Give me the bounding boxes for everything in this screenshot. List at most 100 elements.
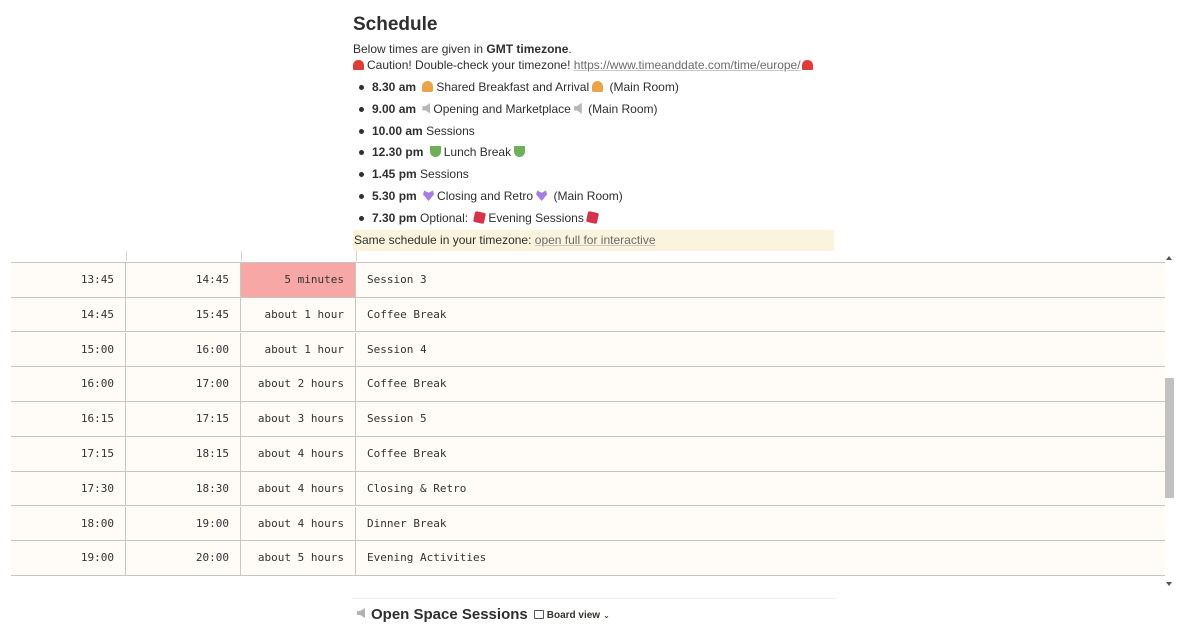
dice-icon [473,210,487,224]
schedule-time: 12.30 pm [372,145,424,160]
time-until-cell: 5 minutes [241,263,356,297]
schedule-text: Shared Breakfast and Arrival [436,80,590,94]
speaker-icon [357,608,365,618]
schedule-embed: 13:45 14:45 5 minutes Session 3 14:45 15:45 ab… [11,251,1174,591]
schedule-item: 1.45 pm Sessions [353,165,679,187]
end-time-cell: 16:00 [126,332,241,367]
start-time-cell: 16:15 [11,402,126,436]
purple-heart-icon [423,190,435,201]
salad-icon [429,146,441,158]
table-row: 14:45 15:45 about 1 hour Coffee Break [11,297,1165,333]
timezone-name: GMT timezone [486,42,569,56]
schedule-text: Opening and Marketplace [433,101,571,116]
speaker-icon [573,102,582,114]
timezone-table: 13:45 14:45 5 minutes Session 3 14:45 15:45 ab… [11,262,1165,577]
schedule-location: (Main Room) [609,80,679,94]
session-name-cell: Closing & Retro [367,481,467,495]
salad-icon [514,146,526,158]
start-time-cell: 19:00 [11,541,126,577]
time-until-cell: about 1 hour [241,297,356,332]
session-name-cell: Session 5 [367,412,427,426]
schedule-item: 7.30 pm Optional: Evening Sessions [353,209,679,231]
schedule-item: 10.00 am Sessions [353,122,679,144]
start-time-cell: 16:00 [11,367,126,402]
table-row: 18:00 19:00 about 4 hours Dinner Break [11,506,1165,542]
siren-icon [801,60,813,70]
schedule-text: Sessions [426,123,475,138]
end-time-cell: 19:00 [126,506,241,541]
scroll-up-arrow-icon[interactable] [1166,256,1172,260]
table-row: 19:00 20:00 about 5 hours Evening Activitie… [11,541,1165,577]
purple-heart-icon [536,190,548,201]
timezone-intro: Below times are given in GMT timezone. [353,42,572,56]
scroll-down-arrow-icon[interactable] [1166,582,1172,586]
open-space-sessions-header: Open Space Sessions Board view ⌄ [357,606,610,628]
table-row: 13:45 14:45 5 minutes Session 3 [11,263,1165,298]
time-until-cell: about 4 hours [241,471,356,506]
timezone-callout: Same schedule in your timezone: open ful… [353,230,834,251]
schedule-time: 8.30 am [372,80,417,94]
column-divider [241,251,242,261]
schedule-location: (Main Room) [588,101,658,116]
schedule-text: Sessions [420,167,469,182]
schedule-item: 9.00 am Opening and Marketplace (Main Ro… [353,100,679,122]
time-until-cell: about 3 hours [241,402,356,436]
open-full-link[interactable]: open full for interactive [535,233,656,247]
schedule-time: 9.00 am [372,101,417,116]
croissant-icon [592,81,604,92]
end-time-cell: 18:30 [126,471,241,506]
schedule-text: Closing and Retro [437,188,534,203]
start-time-cell: 17:15 [11,437,126,471]
schedule-time: 1.45 pm [372,167,417,182]
speaker-icon [422,102,431,114]
table-row: 15:00 16:00 about 1 hour Session 4 [11,332,1165,368]
time-until-cell: about 2 hours [241,367,356,402]
session-name-cell: Coffee Break [367,377,447,391]
session-name-cell: Session 3 [367,273,427,286]
table-row: 17:30 18:30 about 4 hours Closing & Retro [11,471,1165,507]
board-icon [533,610,544,619]
embed-scrollbar[interactable] [1165,256,1174,586]
siren-icon [353,60,364,70]
divider [352,598,836,599]
session-name-cell: Session 4 [367,342,427,356]
end-time-cell: 20:00 [126,541,241,577]
table-row: 16:15 17:15 about 3 hours Session 5 [11,402,1165,437]
schedule-time: 10.00 am [372,123,423,138]
column-divider [126,251,127,261]
session-name-cell: Coffee Break [367,447,447,460]
table-row: 17:15 18:15 about 4 hours Coffee Break [11,437,1165,472]
end-time-cell: 17:00 [126,367,241,402]
dice-icon [585,210,599,224]
timezone-link[interactable]: https://www.timeanddate.com/time/europe/ [574,58,801,72]
session-name-cell: Coffee Break [367,307,447,321]
croissant-icon [422,81,434,92]
session-name-cell: Evening Activities [367,551,487,565]
time-until-cell: about 1 hour [241,332,356,367]
session-name-cell: Dinner Break [367,516,447,530]
start-time-cell: 15:00 [11,332,126,367]
time-until-cell: about 5 hours [241,541,356,577]
caution-line: Caution! Double-check your timezone! htt… [353,58,813,72]
schedule-text: Lunch Break [443,145,512,160]
end-time-cell: 18:15 [126,437,241,471]
start-time-cell: 18:00 [11,506,126,541]
start-time-cell: 14:45 [11,297,126,332]
time-until-cell: about 4 hours [241,506,356,541]
schedule-item: 12.30 pm Lunch Break [353,143,679,165]
schedule-item: 5.30 pm Closing and Retro (Main Room) [353,187,679,209]
start-time-cell: 17:30 [11,471,126,506]
schedule-item: 8.30 am Shared Breakfast and Arrival (Ma… [353,78,679,100]
schedule-heading: Schedule [353,14,438,35]
column-divider [356,251,357,261]
scrollbar-thumb[interactable] [1165,378,1174,498]
end-time-cell: 15:45 [126,297,241,332]
board-view-toggle[interactable]: Board view ⌄ [533,610,610,621]
open-space-sessions-title[interactable]: Open Space Sessions [371,606,528,623]
schedule-time: 7.30 pm [372,210,417,225]
schedule-list: 8.30 am Shared Breakfast and Arrival (Ma… [353,78,679,231]
schedule-location: (Main Room) [553,188,623,203]
start-time-cell: 13:45 [11,263,126,297]
end-time-cell: 14:45 [126,263,241,297]
time-until-cell: about 4 hours [241,437,356,471]
